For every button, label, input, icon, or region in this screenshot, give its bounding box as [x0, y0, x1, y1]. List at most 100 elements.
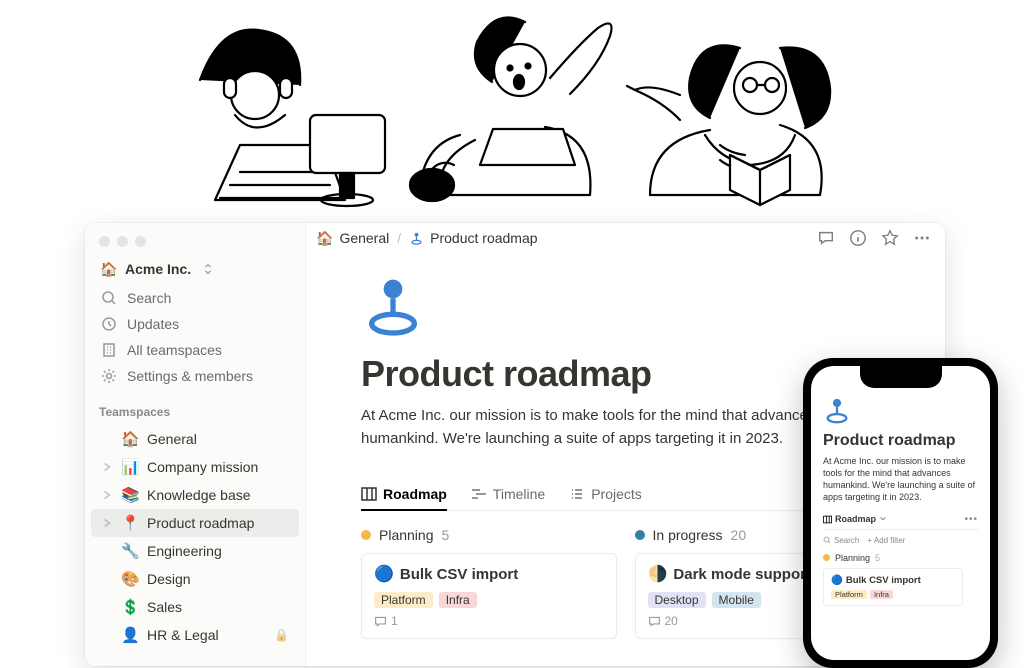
page-icon[interactable] — [361, 273, 431, 343]
workspace-switcher[interactable]: 🏠 Acme Inc. — [85, 257, 305, 283]
workspace-name: Acme Inc. — [125, 261, 191, 277]
sidebar-item-design[interactable]: 🎨 Design — [91, 565, 299, 593]
teamspaces-section-label: Teamspaces — [85, 391, 305, 423]
hero-illustration — [80, 0, 944, 225]
teamspace-label: Engineering — [147, 543, 289, 559]
column-header[interactable]: Planning5 — [361, 527, 617, 543]
sidebar-item-product-roadmap[interactable]: 📍Product roadmap — [91, 509, 299, 537]
phone-tabs: Roadmap ••• — [823, 514, 978, 530]
sidebar-teamspaces-label: All teamspaces — [127, 342, 222, 358]
card-tags: Platform Infra — [374, 592, 604, 608]
sidebar-teamspaces[interactable]: All teamspaces — [91, 337, 299, 363]
phone-screen: Product roadmap At Acme Inc. our mission… — [811, 366, 990, 660]
phone-column-status: Planning — [835, 553, 870, 563]
sidebar-search[interactable]: Search — [91, 285, 299, 311]
board-card[interactable]: 🔵Bulk CSV importPlatformInfra1 — [361, 553, 617, 639]
breadcrumb-root-label: General — [339, 230, 389, 246]
status-dot — [635, 530, 645, 540]
tab-label: Timeline — [493, 486, 545, 502]
timeline-icon — [471, 486, 487, 502]
teamspace-label: HR & Legal — [147, 627, 264, 643]
breadcrumb-page[interactable]: Product roadmap — [409, 230, 537, 246]
phone-card-tags: PlatformInfra — [831, 590, 955, 599]
sidebar-item-knowledge-base[interactable]: 📚Knowledge base — [91, 481, 299, 509]
traffic-dot[interactable] — [135, 236, 146, 247]
info-icon[interactable] — [849, 229, 867, 247]
phone-more-icon[interactable]: ••• — [964, 514, 978, 525]
phone-card-emoji: 🔵 — [831, 575, 843, 586]
pin-icon — [409, 231, 424, 246]
breadcrumb: 🏠 General / Product roadmap — [316, 230, 538, 247]
tag: Platform — [831, 590, 867, 599]
teamspace-emoji: 👤 — [121, 626, 139, 644]
chevron-right-icon — [101, 517, 113, 529]
chevron-right-icon — [101, 461, 113, 473]
teamspace-emoji: 🏠 — [121, 430, 139, 448]
teamspace-label: Sales — [147, 599, 289, 615]
sidebar-item-engineering[interactable]: 🔧Engineering — [91, 537, 299, 565]
tab-label: Roadmap — [383, 486, 447, 502]
sidebar-settings-label: Settings & members — [127, 368, 253, 384]
topbar: 🏠 General / Product roadmap — [306, 223, 945, 253]
teamspace-label: Knowledge base — [147, 487, 289, 503]
breadcrumb-page-label: Product roadmap — [430, 230, 537, 246]
phone-notch — [860, 366, 942, 388]
tab-label: Projects — [591, 486, 642, 502]
sidebar-updates[interactable]: Updates — [91, 311, 299, 337]
teamspace-label: Product roadmap — [147, 515, 289, 531]
sidebar: 🏠 Acme Inc. Search Updates All teamspace… — [85, 223, 306, 666]
teamspace-emoji: 📊 — [121, 458, 139, 476]
clock-icon — [101, 316, 117, 332]
board-icon — [823, 515, 832, 524]
status-dot — [823, 554, 830, 561]
tab-roadmap[interactable]: Roadmap — [361, 480, 447, 511]
breadcrumb-separator: / — [397, 230, 401, 246]
card-emoji: 🔵 — [374, 564, 394, 584]
comment-icon — [648, 615, 661, 628]
window-controls — [85, 223, 305, 257]
phone-card-title: Bulk CSV import — [846, 575, 921, 586]
comments-icon[interactable] — [817, 229, 835, 247]
phone-tab-roadmap[interactable]: Roadmap — [823, 514, 887, 524]
column-status: Planning — [379, 527, 434, 543]
star-icon[interactable] — [881, 229, 899, 247]
phone-search[interactable]: Search — [823, 536, 859, 545]
gear-icon — [101, 368, 117, 384]
sidebar-search-label: Search — [127, 290, 171, 306]
phone-add-filter[interactable]: + Add filter — [867, 536, 905, 545]
phone-tab-label: Roadmap — [835, 514, 876, 524]
sidebar-item-general[interactable]: 🏠General — [91, 425, 299, 453]
board-icon — [361, 486, 377, 502]
traffic-dot[interactable] — [117, 236, 128, 247]
chevron-right-icon — [101, 489, 113, 501]
tag: Platform — [374, 592, 433, 608]
column-status: In progress — [653, 527, 723, 543]
traffic-dot[interactable] — [99, 236, 110, 247]
workspace-icon: 🏠 — [101, 261, 117, 277]
tag: Mobile — [712, 592, 761, 608]
teamspace-emoji: 💲 — [121, 598, 139, 616]
board-column-planning: Planning5🔵Bulk CSV importPlatformInfra1 — [361, 527, 617, 639]
tab-timeline[interactable]: Timeline — [471, 480, 545, 511]
comment-icon — [374, 615, 387, 628]
sidebar-item-sales[interactable]: 💲 Sales — [91, 593, 299, 621]
card-comments: 1 — [374, 614, 604, 628]
phone-page-description: At Acme Inc. our mission is to make tool… — [823, 455, 978, 504]
phone-card[interactable]: 🔵 Bulk CSV import PlatformInfra — [823, 568, 963, 606]
chevron-updown-icon — [201, 262, 215, 276]
teamspace-emoji: 🎨 — [121, 570, 139, 588]
sidebar-item-company-mission[interactable]: 📊 Company mission — [91, 453, 299, 481]
breadcrumb-root[interactable]: 🏠 General — [316, 230, 389, 247]
list-icon — [569, 486, 585, 502]
chevron-down-icon — [879, 515, 887, 523]
search-icon — [101, 290, 117, 306]
building-icon — [101, 342, 117, 358]
sidebar-settings[interactable]: Settings & members — [91, 363, 299, 389]
teamspace-label: Design — [147, 571, 289, 587]
phone-page-icon — [823, 396, 851, 424]
teamspace-label: Company mission — [147, 459, 289, 475]
tab-projects[interactable]: Projects — [569, 480, 642, 511]
sidebar-item-hr-legal[interactable]: 👤HR & Legal🔒 — [91, 621, 299, 649]
more-icon[interactable] — [913, 229, 931, 247]
tag: Infra — [439, 592, 477, 608]
